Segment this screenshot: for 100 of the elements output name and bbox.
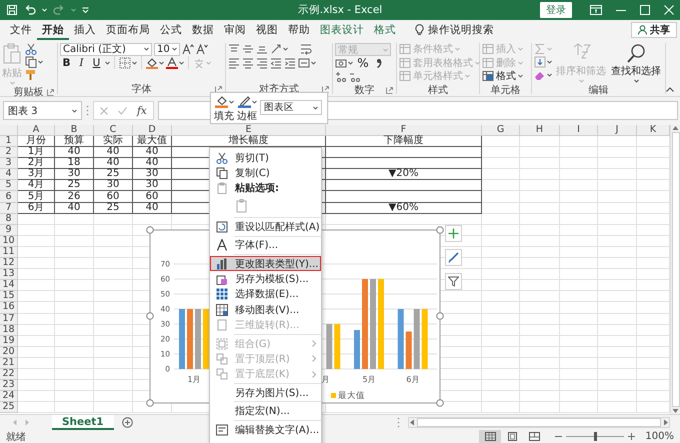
- percent-style-button[interactable]: %: [355, 56, 371, 71]
- format-cells-icon[interactable]: [482, 70, 494, 82]
- resize-handle[interactable]: [146, 399, 154, 407]
- row-header[interactable]: 17: [0, 314, 18, 325]
- row-header[interactable]: 20: [0, 346, 18, 358]
- row-header[interactable]: 2: [0, 147, 18, 158]
- ribbon-tab[interactable]: 格式: [369, 20, 401, 40]
- caret-icon[interactable]: [179, 60, 184, 65]
- menu-item[interactable]: 重设以匹配样式(A): [210, 219, 321, 235]
- scroll-thumb[interactable]: [672, 132, 680, 407]
- caret-icon[interactable]: [228, 100, 234, 104]
- scroll-left-icon[interactable]: [409, 419, 415, 426]
- caret-icon[interactable]: [283, 47, 288, 52]
- row-header[interactable]: 10: [0, 236, 18, 247]
- increase-font-size-icon[interactable]: [182, 43, 194, 56]
- row-header[interactable]: 11: [0, 246, 18, 258]
- column-header[interactable]: B: [55, 125, 94, 136]
- chart-element-dropdown[interactable]: 图表区: [260, 100, 322, 115]
- zoom-out-icon[interactable]: [555, 433, 562, 440]
- resize-handle[interactable]: [146, 312, 154, 320]
- drag-handle-icon[interactable]: [86, 105, 89, 116]
- brush-icon[interactable]: [448, 252, 459, 263]
- caret-icon[interactable]: [72, 108, 77, 112]
- caret-icon[interactable]: [159, 60, 164, 65]
- caret-icon[interactable]: [252, 100, 256, 104]
- save-icon[interactable]: [6, 4, 18, 16]
- sheet-tab[interactable]: Sheet1: [52, 415, 114, 430]
- lightbulb-icon[interactable]: [415, 24, 424, 36]
- font-color-icon[interactable]: [166, 56, 178, 69]
- menu-item[interactable]: 更改图表类型(Y)...: [210, 256, 321, 272]
- menu-item[interactable]: 复制(C): [210, 165, 321, 181]
- menu-item[interactable]: 选择数据(E)...: [210, 286, 321, 302]
- row-header[interactable]: 6: [0, 191, 18, 203]
- row-header[interactable]: 13: [0, 269, 18, 280]
- row-header[interactable]: 1: [0, 136, 18, 148]
- resize-handle[interactable]: [146, 226, 154, 234]
- menu-item[interactable]: 粘贴选项:: [210, 180, 321, 196]
- align-center-icon[interactable]: [242, 56, 254, 69]
- row-header[interactable]: 12: [0, 258, 18, 270]
- resize-handle[interactable]: [436, 399, 444, 407]
- maximize-icon[interactable]: [640, 5, 650, 15]
- caret-icon[interactable]: [348, 61, 353, 66]
- column-header[interactable]: D: [133, 125, 172, 136]
- ribbon-tab[interactable]: 文件: [5, 20, 37, 40]
- zoom-in-icon[interactable]: [628, 433, 636, 440]
- column-header[interactable]: H: [520, 125, 560, 136]
- scissors-icon[interactable]: [25, 43, 37, 55]
- accounting-format-icon[interactable]: [335, 57, 347, 70]
- caret-icon[interactable]: [105, 60, 110, 65]
- caret-icon[interactable]: [132, 60, 137, 65]
- bold-button[interactable]: B: [60, 55, 73, 70]
- row-header[interactable]: 23: [0, 380, 18, 392]
- font-size-field[interactable]: 10: [154, 42, 180, 56]
- ribbon-tab[interactable]: 页面布局: [101, 20, 155, 40]
- row-header[interactable]: 14: [0, 280, 18, 292]
- caret-icon[interactable]: [311, 60, 316, 65]
- caret-icon[interactable]: [634, 79, 638, 83]
- fill-icon[interactable]: [534, 56, 546, 68]
- column-header[interactable]: E: [172, 125, 326, 136]
- decrease-decimal-icon[interactable]: [349, 70, 361, 83]
- page-layout-icon[interactable]: [506, 432, 518, 441]
- row-header[interactable]: 16: [0, 302, 18, 314]
- menu-item[interactable]: 指定宏(N)...: [210, 403, 321, 419]
- eraser-icon[interactable]: [534, 69, 546, 81]
- normal-view-icon[interactable]: [484, 432, 496, 441]
- menu-item[interactable]: 移动图表(V)...: [210, 302, 321, 318]
- align-left-icon[interactable]: [228, 56, 240, 69]
- column-header[interactable]: G: [482, 125, 520, 136]
- row-header[interactable]: 19: [0, 336, 18, 347]
- filter-icon[interactable]: [448, 276, 459, 287]
- caret-icon[interactable]: [144, 47, 149, 52]
- customize-icon[interactable]: [82, 7, 89, 13]
- row-header[interactable]: 7: [0, 202, 18, 214]
- fill-color-icon[interactable]: [146, 56, 158, 69]
- column-header[interactable]: K: [637, 125, 670, 136]
- row-header[interactable]: 9: [0, 224, 18, 236]
- caret-icon[interactable]: [547, 60, 552, 64]
- italic-button[interactable]: I: [75, 55, 88, 70]
- decrease-font-size-icon[interactable]: [196, 43, 208, 56]
- column-header[interactable]: F: [326, 125, 482, 136]
- caret-icon[interactable]: [313, 106, 318, 110]
- outline-button[interactable]: 边框: [237, 95, 257, 123]
- drag-handle-icon[interactable]: [397, 417, 400, 428]
- decrease-indent-icon[interactable]: [270, 56, 282, 69]
- row-header[interactable]: 18: [0, 324, 18, 336]
- orientation-icon[interactable]: [270, 43, 282, 56]
- close-icon[interactable]: [664, 5, 674, 15]
- ribbon-tab[interactable]: 插入: [69, 20, 101, 40]
- wrap-text-icon[interactable]: [300, 43, 312, 56]
- fill-button[interactable]: 填充: [214, 95, 234, 123]
- align-right-icon[interactable]: [256, 56, 268, 69]
- undo-icon[interactable]: [24, 4, 36, 16]
- resize-handle[interactable]: [436, 226, 444, 234]
- ribbon-tab[interactable]: 视图: [251, 20, 283, 40]
- scroll-thumb[interactable]: [417, 418, 661, 427]
- merge-cells-icon[interactable]: [298, 56, 310, 69]
- name-box[interactable]: 图表 3: [3, 101, 82, 120]
- column-header[interactable]: C: [94, 125, 133, 136]
- row-header[interactable]: 8: [0, 214, 18, 225]
- column-header[interactable]: A: [18, 125, 55, 136]
